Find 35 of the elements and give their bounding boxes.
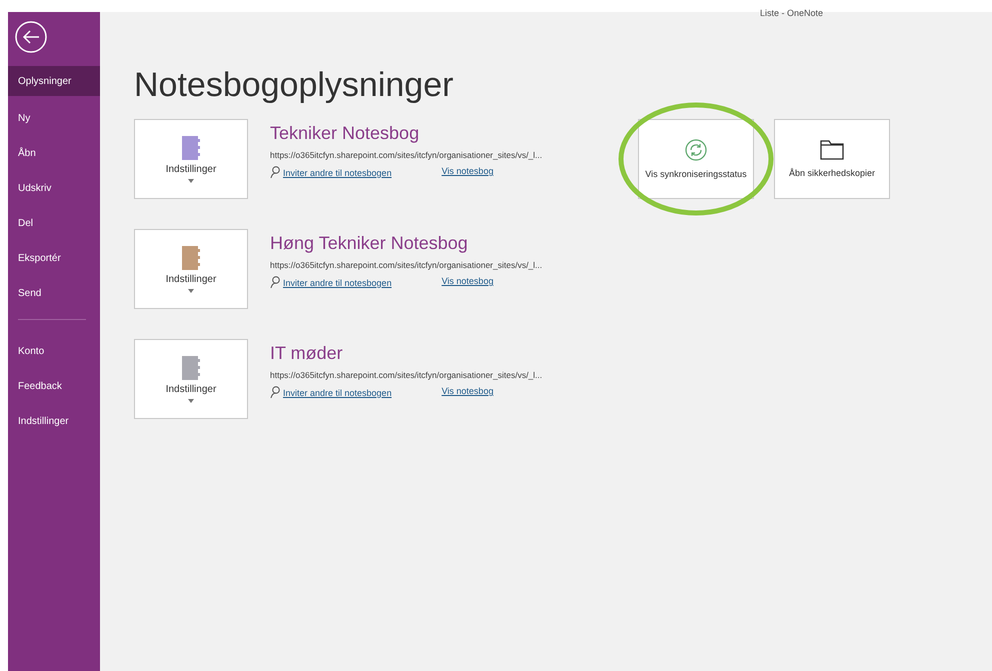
page-title: Notesbogoplysninger: [134, 66, 454, 105]
window-title: Liste - OneNote: [760, 8, 824, 18]
sidebar-item[interactable]: Feedback: [8, 369, 100, 404]
caret-icon: [188, 178, 194, 182]
invite-link[interactable]: Inviter andre til notesbogen: [270, 276, 392, 288]
sidebar-item[interactable]: Oplysninger: [8, 66, 100, 96]
notebook-name: Høng Tekniker Notesbog: [270, 233, 469, 254]
settings-button[interactable]: Indstillinger: [134, 119, 248, 199]
sidebar-item[interactable]: Del: [8, 206, 100, 241]
settings-button[interactable]: Indstillinger: [134, 229, 248, 309]
sync-icon: [685, 139, 707, 161]
sidebar-item[interactable]: Ny: [8, 101, 100, 136]
folder-icon: [820, 140, 844, 160]
sidebar-item[interactable]: Åbn: [8, 136, 100, 171]
view-notebook-link[interactable]: Vis notesbog: [442, 166, 494, 178]
view-notebook-link[interactable]: Vis notesbog: [442, 276, 494, 288]
back-icon[interactable]: [14, 20, 48, 54]
sidebar-item[interactable]: Eksportér: [8, 241, 100, 276]
sidebar-item[interactable]: Konto: [8, 334, 100, 369]
sidebar-item[interactable]: Send: [8, 276, 100, 311]
settings-button[interactable]: Indstillinger: [134, 339, 248, 419]
notebook-name: Tekniker Notesbog: [270, 123, 420, 144]
view-notebook-link[interactable]: Vis notesbog: [442, 386, 494, 398]
notebook-url: https://o365itcfyn.sharepoint.com/sites/itcfyn/organisationer_sites/vs/_l...: [270, 260, 542, 270]
sidebar-item[interactable]: Indstillinger: [8, 404, 100, 439]
notebook-url: https://o365itcfyn.sharepoint.com/sites/itcfyn/organisationer_sites/vs/_l...: [270, 370, 542, 380]
invite-link[interactable]: Inviter andre til notesbogen: [270, 166, 392, 178]
action-button[interactable]: Åbn sikkerhedskopier: [774, 119, 890, 199]
action-button[interactable]: Vis synkroniseringsstatus: [638, 119, 754, 199]
caret-icon: [188, 288, 194, 292]
sidebar-item[interactable]: Udskriv: [8, 171, 100, 206]
notebook-name: IT møder: [270, 343, 344, 364]
caret-icon: [188, 398, 194, 402]
notebook-url: https://o365itcfyn.sharepoint.com/sites/itcfyn/organisationer_sites/vs/_l...: [270, 150, 542, 160]
invite-link[interactable]: Inviter andre til notesbogen: [270, 386, 392, 398]
